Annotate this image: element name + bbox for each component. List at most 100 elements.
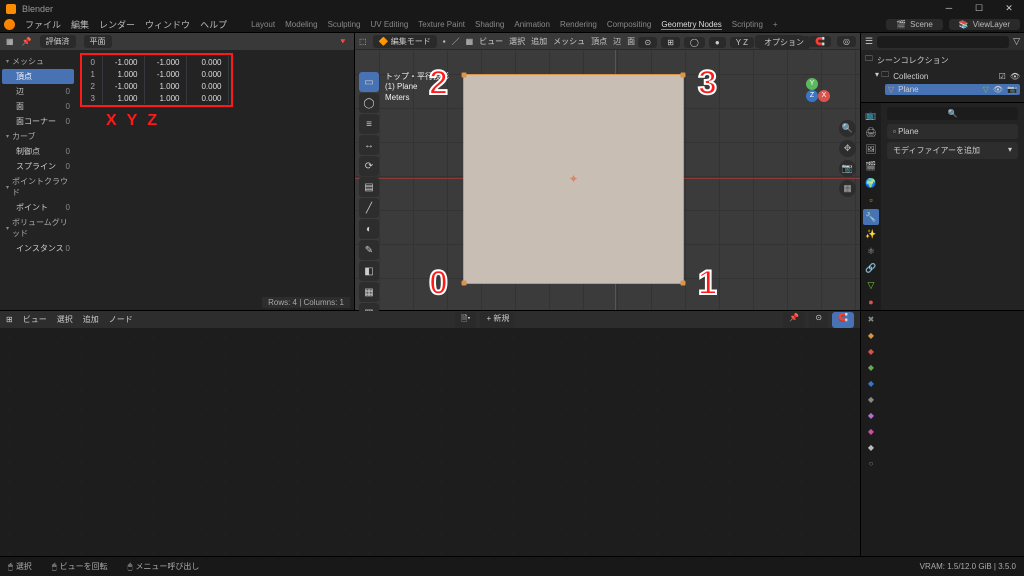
header-menu[interactable]: 辺 [613, 36, 621, 47]
sec-tab-icon[interactable]: ◆ [864, 411, 878, 425]
3d-viewport[interactable]: ⬚ 🔶 編集モード ▪ ／ ▦ ビュー 選択 追加 メッシュ 頂点 辺 面 UV… [355, 33, 860, 310]
prop-tab-particles-icon[interactable]: ✨ [863, 226, 879, 242]
sec-tab-icon[interactable]: ◆ [864, 427, 878, 441]
select-mode-vertex-icon[interactable]: ▪ [443, 37, 446, 46]
mesh-category[interactable]: メッシュ [2, 54, 74, 69]
window-minimize-button[interactable]: ─ [934, 0, 964, 17]
tool-transform-icon[interactable]: ▤ [359, 177, 379, 197]
prop-tab-scene-icon[interactable]: 🎬 [863, 158, 879, 174]
collection-row[interactable]: ▾ 🗀Collection☑👁 [865, 68, 1020, 84]
editor-type-icon[interactable]: ⊞ [6, 315, 13, 324]
shading-wireframe-icon[interactable]: ◯ [684, 37, 705, 48]
pin-icon[interactable]: 📌 [22, 37, 32, 46]
menu-help[interactable]: ヘルプ [200, 18, 227, 31]
mesh-data-icon[interactable]: ▽ [983, 85, 989, 94]
window-maximize-button[interactable]: ☐ [964, 0, 994, 17]
select-mode-face-icon[interactable]: ▦ [466, 37, 474, 46]
sec-tab-icon[interactable]: ◆ [864, 443, 878, 457]
prop-tab-render-icon[interactable]: 📺 [863, 107, 879, 123]
sidebar-item-cp[interactable]: 制御点0 [2, 144, 74, 159]
workspace-add-button[interactable]: + [773, 20, 778, 30]
viewport-canvas[interactable]: ▭ ◯ ≡ ↔ ⟳ ▤ ╱ ◐ ✎ ◧ ▦ ▧ トップ・平行投影 (1) Pla… [355, 50, 860, 310]
node-editor[interactable]: ⊞ ビュー 選択 追加 ノード 🗎▾ + 新規 📌 ⊙ 🧲 [0, 311, 860, 556]
eval-state-dropdown[interactable]: 評価済 [40, 35, 76, 48]
overlay-toggle[interactable]: ⊞ [661, 37, 680, 48]
workspace-tab-active[interactable]: Geometry Nodes [661, 20, 721, 30]
menu-window[interactable]: ウィンドウ [145, 18, 190, 31]
prop-tab-physics-icon[interactable]: ⚛ [863, 243, 879, 259]
pin-icon[interactable]: 📌 [783, 312, 805, 328]
sidebar-item-edge[interactable]: 辺0 [2, 84, 74, 99]
editor-type-icon[interactable]: ▦ [6, 37, 14, 46]
zoom-icon[interactable]: 🔍 [839, 120, 856, 137]
window-close-button[interactable]: ✕ [994, 0, 1024, 17]
node-browse-icon[interactable]: 🗎▾ [455, 312, 476, 328]
tool-extrude-icon[interactable]: ✎ [359, 240, 379, 260]
sidebar-item-vertex[interactable]: 頂点 [2, 69, 74, 84]
vertex-0[interactable] [462, 281, 467, 286]
curve-category[interactable]: カーブ [2, 129, 74, 144]
pointcloud-category[interactable]: ポイントクラウド [2, 174, 74, 200]
node-menu[interactable]: 追加 [83, 314, 99, 325]
scene-collection-row[interactable]: 🗀シーンコレクション [865, 52, 1020, 68]
workspace-tab[interactable]: Sculpting [328, 20, 361, 30]
sidebar-item-spline[interactable]: スプライン0 [2, 159, 74, 174]
plane-object[interactable]: ✦ [463, 74, 684, 284]
snap-icon[interactable]: 🧲 [832, 312, 854, 328]
menu-render[interactable]: レンダー [99, 18, 135, 31]
prop-tab-output-icon[interactable]: 🖨 [863, 124, 879, 140]
header-menu[interactable]: 選択 [509, 36, 525, 47]
select-mode-edge-icon[interactable]: ／ [452, 36, 460, 47]
workspace-tab[interactable]: Scripting [732, 20, 763, 30]
editor-type-icon[interactable]: ☰ [865, 36, 873, 47]
outliner-search[interactable] [877, 36, 1009, 48]
header-menu[interactable]: ビュー [479, 36, 503, 47]
camera-icon[interactable]: 📷 [839, 160, 856, 177]
tool-measure-icon[interactable]: ◐ [359, 219, 379, 239]
tool-bevel-icon[interactable]: ▦ [359, 282, 379, 302]
tool-select-box-icon[interactable]: ▭ [359, 72, 379, 92]
workspace-tab[interactable]: Modeling [285, 20, 317, 30]
editor-type-icon[interactable]: ⬚ [359, 37, 367, 46]
prop-tab-modifier-icon[interactable]: 🔧 [863, 209, 879, 225]
header-menu[interactable]: 面 [627, 36, 635, 47]
pan-icon[interactable]: ✥ [839, 140, 856, 157]
sec-tab-icon[interactable]: ◆ [864, 395, 878, 409]
workspace-tab[interactable]: Shading [475, 20, 504, 30]
header-menu[interactable]: 頂点 [591, 36, 607, 47]
prop-tab-material-icon[interactable]: ● [863, 294, 879, 310]
volume-category[interactable]: ボリュームグリッド [2, 215, 74, 241]
vertex-1[interactable] [681, 281, 686, 286]
gizmo-x-axis[interactable]: X [818, 90, 830, 102]
viewlayer-selector[interactable]: 📚 ViewLayer [949, 19, 1020, 30]
prop-tab-world-icon[interactable]: 🌍 [863, 175, 879, 191]
sidebar-item-instance[interactable]: インスタンス0 [2, 241, 74, 256]
sec-tab-icon[interactable]: ○ [864, 459, 878, 473]
prop-tab-view-icon[interactable]: 🖼 [863, 141, 879, 157]
node-menu[interactable]: ビュー [23, 314, 47, 325]
exclude-icon[interactable]: ☑ [999, 72, 1006, 81]
shading-solid-icon[interactable]: ● [709, 37, 726, 48]
tool-inset-icon[interactable]: ◧ [359, 261, 379, 281]
snap-icon[interactable]: 🧲 [809, 36, 831, 47]
header-menu[interactable]: 追加 [531, 36, 547, 47]
prop-tab-constraint-icon[interactable]: 🔗 [863, 260, 879, 276]
sec-tab-icon[interactable]: ◆ [864, 363, 878, 377]
options-dropdown[interactable]: オプション [758, 36, 810, 49]
prop-tab-data-icon[interactable]: ▽ [863, 277, 879, 293]
workspace-tab[interactable]: Texture Paint [418, 20, 465, 30]
filter-icon[interactable]: ▽ [1013, 36, 1020, 47]
proportional-icon[interactable]: ◎ [837, 36, 856, 47]
header-menu[interactable]: メッシュ [553, 36, 585, 47]
sec-tab-icon[interactable]: ◆ [864, 379, 878, 393]
workspace-tab[interactable]: UV Editing [371, 20, 409, 30]
add-modifier-dropdown[interactable]: モディファイアーを追加▾ [887, 142, 1018, 159]
node-menu[interactable]: ノード [109, 314, 133, 325]
menu-edit[interactable]: 編集 [71, 18, 89, 31]
sidebar-item-facecorner[interactable]: 面コーナー0 [2, 114, 74, 129]
tool-rotate-icon[interactable]: ↔ [359, 135, 379, 155]
workspace-tab[interactable]: Layout [251, 20, 275, 30]
sec-tab-icon[interactable]: ◆ [864, 331, 878, 345]
sidebar-item-face[interactable]: 面0 [2, 99, 74, 114]
perspective-icon[interactable]: ▦ [839, 180, 856, 197]
